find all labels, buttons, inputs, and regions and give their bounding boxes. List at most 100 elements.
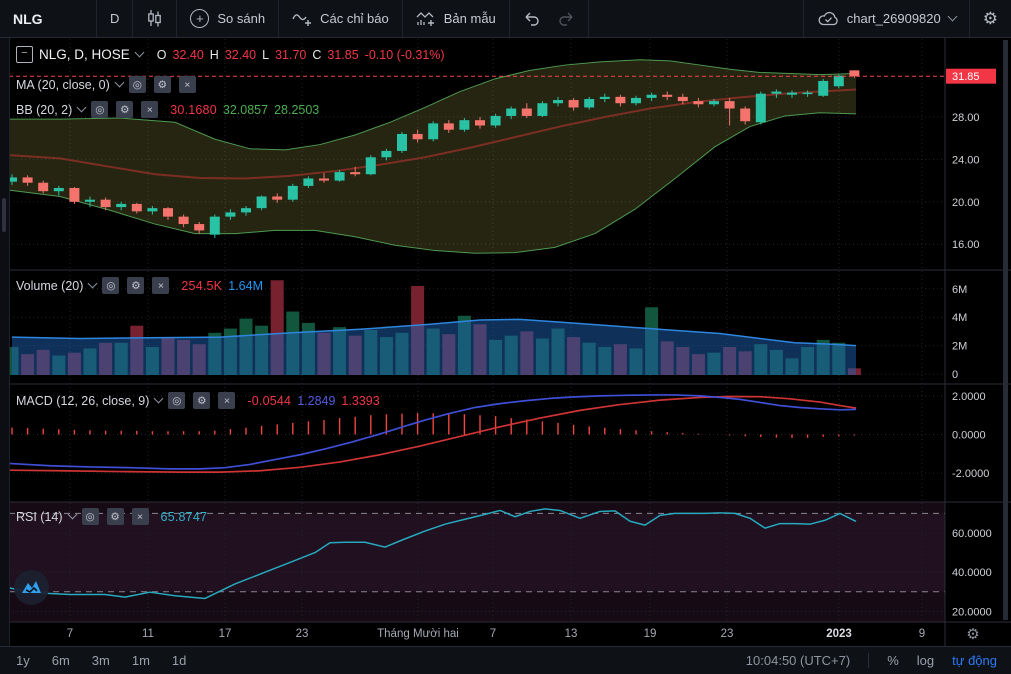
svg-text:23: 23 xyxy=(296,628,309,640)
chevron-down-icon xyxy=(114,77,125,88)
svg-text:Tháng Mười hai: Tháng Mười hai xyxy=(377,628,459,640)
bottom-toolbar: 1y 6m 3m 1m 1d 10:04:50 (UTC+7) % log tự… xyxy=(0,646,1011,674)
svg-text:7: 7 xyxy=(490,628,496,640)
indicators-icon xyxy=(292,13,312,26)
bb-value-3: 28.2503 xyxy=(274,102,320,117)
close-icon[interactable]: × xyxy=(218,392,236,409)
rsi-label[interactable]: RSI (14) xyxy=(16,510,63,524)
range-3m[interactable]: 3m xyxy=(92,653,110,668)
time-axis-settings-icon[interactable]: ⚙ xyxy=(958,622,988,646)
change-value: -0.10 (-0.31%) xyxy=(364,47,445,62)
close-label: C xyxy=(312,47,322,62)
plus-circle-icon: + xyxy=(190,9,210,28)
toolbar-right: chart_26909820 ⚙ xyxy=(802,0,1011,37)
interval-label: D xyxy=(110,11,120,26)
gear-icon[interactable]: ⚙ xyxy=(106,508,124,525)
low-value: 31.70 xyxy=(275,47,307,62)
range-1d[interactable]: 1d xyxy=(172,653,186,668)
close-icon[interactable]: × xyxy=(141,101,159,118)
macd-legend-row: MACD (12, 26, close, 9) ◎ ⚙ × -0.0544 1.28… xyxy=(16,392,380,409)
chevron-down-icon xyxy=(153,393,164,404)
visibility-icon[interactable]: ◎ xyxy=(128,76,146,93)
gear-icon[interactable]: ⚙ xyxy=(127,277,145,294)
legend-symbol[interactable]: NLG, D, HOSE xyxy=(39,47,130,62)
interval-button[interactable]: D xyxy=(97,0,134,37)
close-icon[interactable]: × xyxy=(131,508,149,525)
svg-text:20.0000: 20.0000 xyxy=(952,606,992,618)
chevron-down-icon xyxy=(87,278,98,289)
main-legend-row: − NLG, D, HOSE O 32.40 H 32.40 L 31.70 C… xyxy=(16,46,445,63)
price-axis-labels: 28.00 24.00 20.00 16.00 6M 4M 2M 0 2.0000 0.0000 -… xyxy=(952,112,992,618)
close-icon[interactable]: × xyxy=(178,76,196,93)
rsi-value: 65.8747 xyxy=(160,509,208,524)
gear-icon[interactable]: ⚙ xyxy=(193,392,211,409)
svg-text:11: 11 xyxy=(142,628,154,640)
svg-text:0.0000: 0.0000 xyxy=(952,430,986,442)
chart-style-button[interactable] xyxy=(133,0,178,37)
close-icon[interactable]: × xyxy=(152,277,170,294)
log-scale-toggle[interactable]: log xyxy=(917,653,934,668)
svg-text:6M: 6M xyxy=(952,284,967,296)
range-6m[interactable]: 6m xyxy=(52,653,70,668)
open-label: O xyxy=(156,47,167,62)
chart-properties-button[interactable]: ⚙ xyxy=(968,0,1011,37)
undo-redo-group xyxy=(510,0,589,37)
range-1y[interactable]: 1y xyxy=(16,653,30,668)
chart-name-label: chart_26909820 xyxy=(846,11,941,26)
svg-text:13: 13 xyxy=(565,628,578,640)
svg-text:7: 7 xyxy=(67,628,73,640)
svg-text:20.00: 20.00 xyxy=(952,197,980,209)
gear-icon[interactable]: ⚙ xyxy=(116,101,134,118)
compare-button[interactable]: + So sánh xyxy=(177,0,280,37)
symbol-label: NLG xyxy=(13,10,43,27)
scrollbar xyxy=(1003,40,1008,620)
svg-text:2M: 2M xyxy=(952,341,967,353)
indicators-label: Các chỉ báo xyxy=(320,11,389,26)
visibility-icon[interactable]: ◎ xyxy=(168,392,186,409)
visibility-icon[interactable]: ◎ xyxy=(81,508,99,525)
svg-text:2023: 2023 xyxy=(826,628,852,640)
last-price-label: 31.85 xyxy=(946,68,996,84)
templates-label: Bản mẫu xyxy=(443,11,496,26)
low-label: L xyxy=(262,47,270,62)
gear-icon: ⚙ xyxy=(982,8,998,28)
visibility-icon[interactable]: ◎ xyxy=(102,277,120,294)
chevron-down-icon xyxy=(76,102,87,113)
gear-icon[interactable]: ⚙ xyxy=(153,76,171,93)
templates-button[interactable]: Bản mẫu xyxy=(403,0,510,37)
svg-text:19: 19 xyxy=(644,628,657,640)
drawing-toolbar-handle[interactable] xyxy=(2,198,6,232)
undo-icon[interactable] xyxy=(523,11,541,27)
collapse-icon[interactable]: − xyxy=(16,46,33,63)
indicators-button[interactable]: Các chỉ báo xyxy=(279,0,403,37)
auto-scale-toggle[interactable]: tự động xyxy=(952,653,997,668)
svg-text:40.0000: 40.0000 xyxy=(952,567,992,579)
cloud-saved-icon xyxy=(818,11,838,26)
close-value: 31.85 xyxy=(327,47,359,62)
svg-text:9: 9 xyxy=(919,628,925,640)
high-value: 32.40 xyxy=(224,47,257,62)
chevron-down-icon xyxy=(947,11,958,22)
bb-label[interactable]: BB (20, 2) xyxy=(16,103,72,117)
percent-scale-toggle[interactable]: % xyxy=(887,653,899,668)
redo-icon[interactable] xyxy=(557,11,575,27)
svg-text:23: 23 xyxy=(721,628,734,640)
macd-value-3: 1.3393 xyxy=(341,393,380,408)
svg-text:-2.0000: -2.0000 xyxy=(952,468,989,480)
visibility-icon[interactable]: ◎ xyxy=(91,101,109,118)
volume-value-1: 254.5K xyxy=(181,278,223,293)
bb-value-2: 32.0857 xyxy=(222,102,269,117)
brand-logo[interactable] xyxy=(14,570,49,605)
volume-label[interactable]: Volume (20) xyxy=(16,279,83,293)
clock[interactable]: 10:04:50 (UTC+7) xyxy=(746,653,850,668)
ma-legend-row: MA (20, close, 0) ◎ ⚙ × xyxy=(16,76,196,93)
ma-label[interactable]: MA (20, close, 0) xyxy=(16,78,110,92)
drawing-toolbar-collapsed[interactable] xyxy=(0,38,10,646)
range-1m[interactable]: 1m xyxy=(132,653,150,668)
symbol-search-button[interactable]: NLG xyxy=(0,0,97,37)
templates-icon xyxy=(416,11,434,26)
compare-label: So sánh xyxy=(217,11,266,26)
macd-label[interactable]: MACD (12, 26, close, 9) xyxy=(16,394,149,408)
rsi-band-fill xyxy=(9,513,945,592)
chart-name-button[interactable]: chart_26909820 xyxy=(802,0,969,37)
